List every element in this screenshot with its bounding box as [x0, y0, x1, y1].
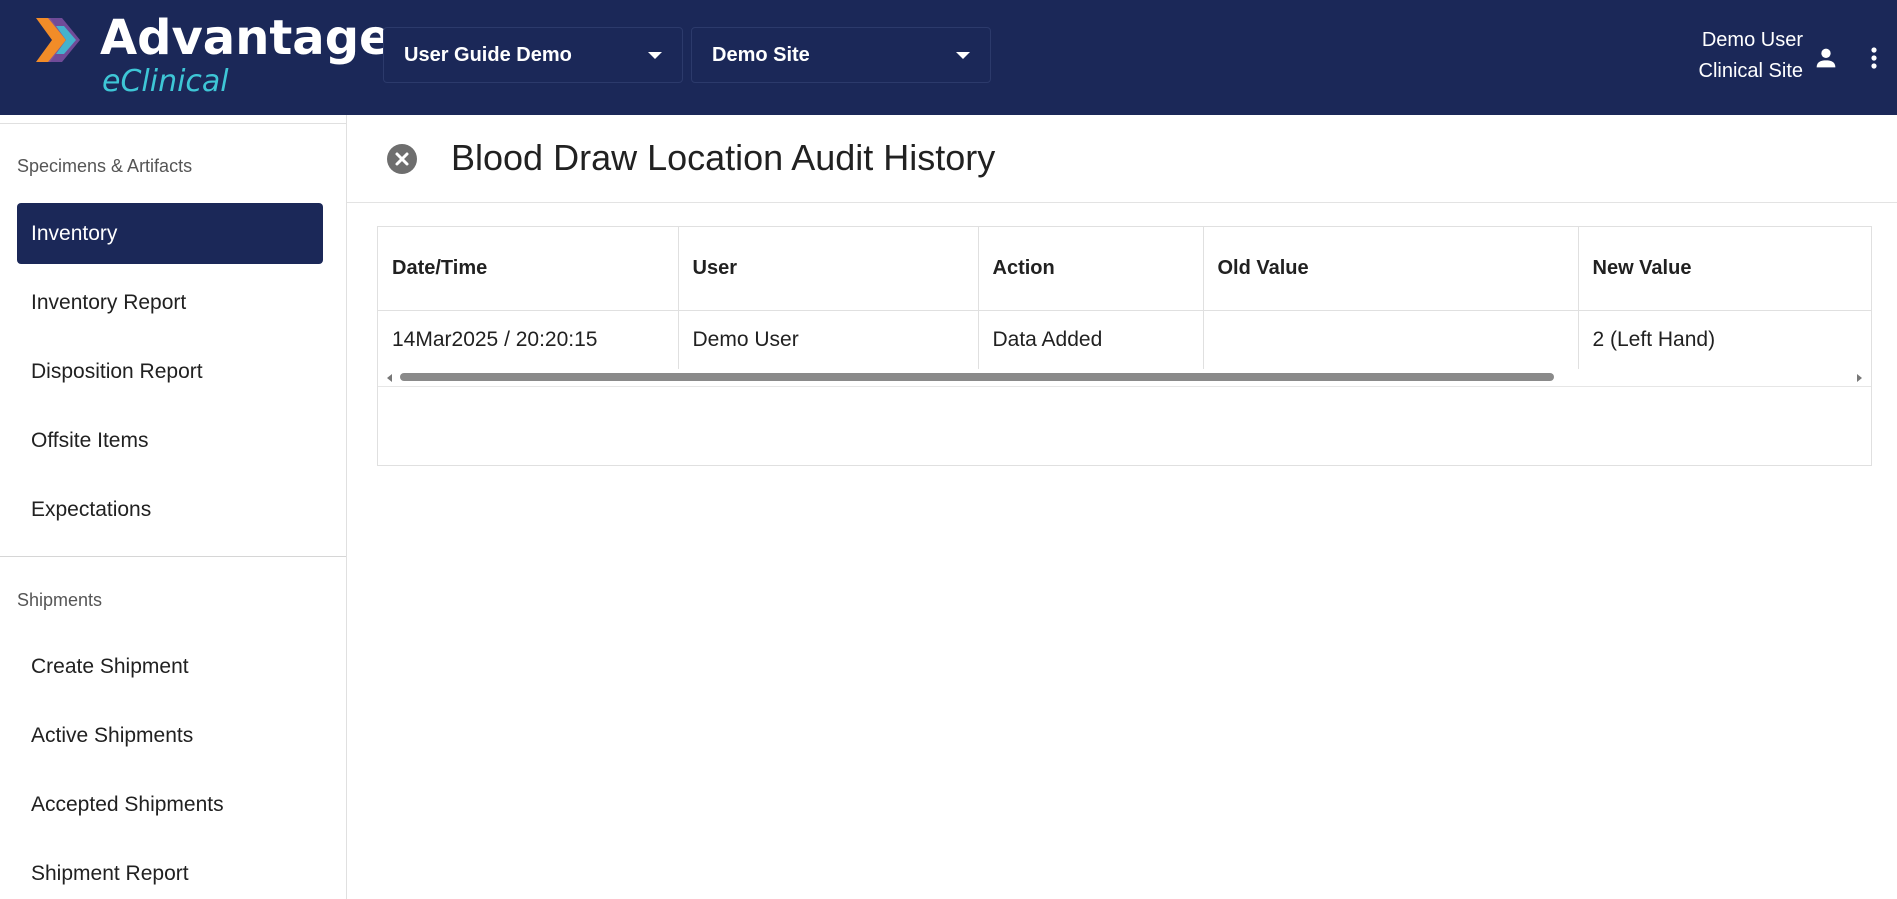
- column-header-user[interactable]: User: [678, 227, 979, 311]
- audit-table-card: Date/Time User Action Old Value New Valu…: [377, 226, 1872, 466]
- column-header-datetime[interactable]: Date/Time: [378, 227, 679, 311]
- cell-new-value: 2 (Left Hand): [1592, 327, 1716, 351]
- sidebar-item-disposition-report[interactable]: Disposition Report: [17, 341, 323, 402]
- page-title: Blood Draw Location Audit History: [451, 137, 996, 178]
- site-selector-value: Demo Site: [712, 44, 810, 66]
- cell-action: Data Added: [978, 310, 1204, 369]
- chevron-down-icon: [956, 52, 970, 59]
- section-label-specimens: Specimens & Artifacts: [17, 156, 193, 176]
- logo-subtitle: eClinical: [102, 64, 229, 99]
- more-vert-icon[interactable]: [1864, 44, 1884, 72]
- sidebar-section-divider: [0, 556, 346, 557]
- advantage-eclinical-logo[interactable]: Advantage eClinical: [36, 10, 392, 104]
- horizontal-scrollbar[interactable]: [378, 369, 1871, 387]
- sidebar-item-inventory-report[interactable]: Inventory Report: [17, 272, 323, 333]
- sidebar-nav: Specimens & Artifacts Inventory Inventor…: [0, 115, 347, 899]
- user-info: Demo User Clinical Site: [1699, 25, 1803, 87]
- column-header-old-value[interactable]: Old Value: [1203, 227, 1579, 311]
- sidebar-item-accepted-shipments[interactable]: Accepted Shipments: [17, 774, 323, 835]
- close-circle-icon[interactable]: [387, 144, 417, 174]
- sidebar-item-expectations[interactable]: Expectations: [17, 479, 323, 540]
- logo-chevron-icon: [36, 18, 80, 62]
- audit-history-table: Date/Time User Action Old Value New Valu…: [378, 227, 1871, 369]
- close-icon: [395, 152, 409, 166]
- column-header-action[interactable]: Action: [978, 227, 1204, 311]
- sidebar-item-offsite-items[interactable]: Offsite Items: [17, 410, 323, 471]
- section-label-shipments: Shipments: [17, 590, 103, 610]
- table-row: 14Mar2025 / 20:20:15 Demo User Data Adde…: [378, 310, 1871, 369]
- table-header-row: Date/Time User Action Old Value New Valu…: [378, 227, 1871, 311]
- logo-title: Advantage: [100, 10, 392, 66]
- sidebar-item-active-shipments[interactable]: Active Shipments: [17, 705, 323, 766]
- site-selector[interactable]: Demo Site: [691, 27, 991, 83]
- sidebar-item-inventory[interactable]: Inventory: [17, 203, 323, 264]
- sidebar-item-create-shipment[interactable]: Create Shipment: [17, 636, 323, 697]
- user-role: Clinical Site: [1698, 60, 1803, 82]
- main-content: Blood Draw Location Audit History Date/T…: [347, 115, 1897, 899]
- chevron-down-icon: [648, 52, 662, 59]
- column-header-new-value[interactable]: New Value: [1578, 227, 1871, 311]
- cell-datetime: 14Mar2025 / 20:20:15: [378, 310, 679, 369]
- scrollbar-thumb[interactable]: [400, 373, 1554, 381]
- study-selector-value: User Guide Demo: [404, 44, 572, 66]
- user-name: Demo User: [1701, 29, 1803, 51]
- sidebar-top-divider: [0, 123, 346, 124]
- sidebar-item-shipment-report[interactable]: Shipment Report: [17, 843, 323, 899]
- cell-old-value: [1203, 310, 1579, 369]
- top-app-bar: Advantage eClinical User Guide Demo Demo…: [0, 0, 1897, 115]
- cell-user: Demo User: [678, 310, 979, 369]
- scroll-left-arrow-icon[interactable]: [387, 374, 392, 382]
- scroll-right-arrow-icon[interactable]: [1857, 374, 1862, 382]
- page-header: Blood Draw Location Audit History: [347, 115, 1897, 203]
- person-icon[interactable]: [1812, 44, 1840, 72]
- study-selector[interactable]: User Guide Demo: [383, 27, 683, 83]
